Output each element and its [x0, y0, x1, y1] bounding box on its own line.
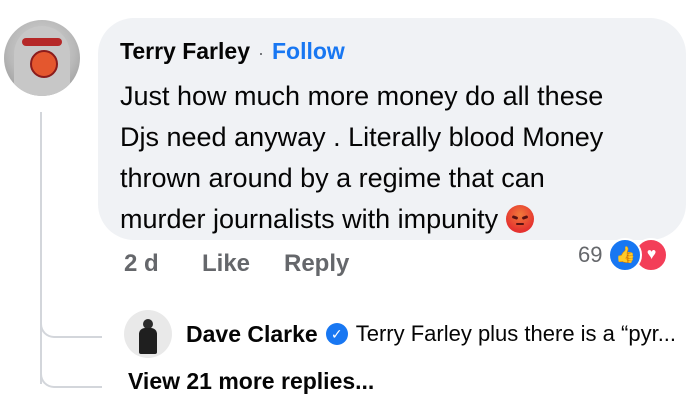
- reply-preview[interactable]: Dave Clarke ✓ Terry Farley plus there is…: [124, 310, 676, 358]
- avatar-logo-text: [22, 38, 62, 46]
- comment-text: Just how much more money do all these Dj…: [120, 76, 640, 240]
- reply-author-name[interactable]: Dave Clarke: [186, 321, 318, 348]
- comment-timestamp[interactable]: 2 d: [124, 250, 159, 278]
- reply-button[interactable]: Reply: [284, 250, 349, 278]
- comment-line: murder journalists with impunity: [120, 204, 499, 234]
- comment-header: Terry Farley · Follow: [120, 38, 345, 65]
- like-reaction-icon: 👍: [608, 238, 643, 272]
- comment-line: thrown around by a regime that can: [120, 163, 545, 193]
- avatar-logo-emblem: [30, 50, 58, 78]
- verified-badge-icon: ✓: [325, 323, 348, 345]
- reaction-count: 69: [578, 242, 603, 267]
- reactions-summary[interactable]: 69 👍 ♥: [578, 238, 669, 272]
- comment-author-name[interactable]: Terry Farley: [120, 38, 250, 65]
- comment-line: Just how much more money do all these: [120, 81, 604, 111]
- comment-line: Djs need anyway . Literally blood Money: [120, 122, 604, 152]
- reply-author-avatar[interactable]: [124, 310, 172, 358]
- view-more-connector: [40, 368, 102, 388]
- commenter-avatar[interactable]: [4, 20, 80, 96]
- avatar-figure-body: [139, 328, 157, 354]
- comment-bubble: Terry Farley · Follow Just how much more…: [98, 18, 686, 240]
- angry-face-emoji-icon: [505, 205, 534, 233]
- view-more-replies-link[interactable]: View 21 more replies...: [128, 368, 374, 395]
- reply-connector: [40, 318, 102, 338]
- like-button[interactable]: Like: [202, 250, 250, 278]
- follow-button[interactable]: Follow: [272, 38, 345, 65]
- reply-preview-text: Terry Farley plus there is a “pyr...: [355, 321, 677, 346]
- comment-line-last: murder journalists with impunity: [120, 199, 640, 240]
- separator-dot: ·: [257, 43, 264, 63]
- thread-line: [40, 112, 42, 384]
